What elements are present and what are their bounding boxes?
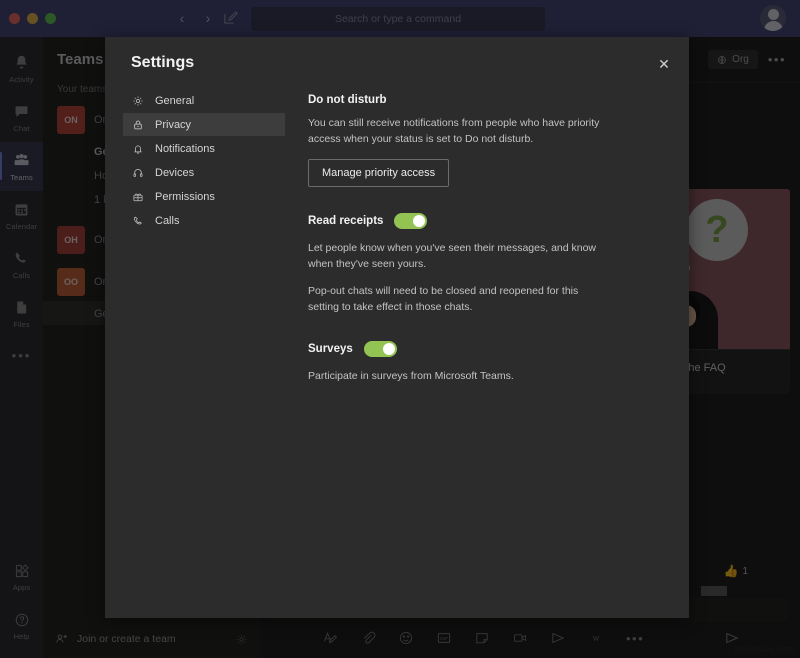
read-receipts-description-2: Pop-out chats will need to be closed and… xyxy=(308,285,579,314)
tab-privacy[interactable]: Privacy xyxy=(123,113,285,136)
lock-icon xyxy=(131,118,144,131)
dnd-heading: Do not disturb xyxy=(308,94,387,106)
dnd-description: You can still receive notifications from… xyxy=(308,117,600,146)
teams-app-window: ‹ › Search or type a command Activity xyxy=(0,0,800,658)
surveys-toggle[interactable] xyxy=(363,340,397,357)
read-receipts-toggle[interactable] xyxy=(394,212,428,229)
bell-icon xyxy=(131,142,144,155)
tab-label: Permissions xyxy=(155,190,215,203)
headset-icon xyxy=(131,166,144,179)
tab-label: Notifications xyxy=(155,142,215,155)
phone-icon xyxy=(131,214,144,227)
settings-content: Do not disturb You can still receive not… xyxy=(308,94,638,395)
tab-label: Privacy xyxy=(155,118,192,131)
manage-priority-access-button[interactable]: Manage priority access xyxy=(308,158,450,187)
read-receipts-row: Read receipts xyxy=(308,212,638,229)
settings-nav: General Privacy Notifications Devices Pe… xyxy=(123,89,285,233)
tab-devices[interactable]: Devices xyxy=(123,161,285,184)
tab-label: Calls xyxy=(155,214,180,227)
tab-permissions[interactable]: Permissions xyxy=(123,185,285,208)
permissions-icon xyxy=(131,190,144,203)
tab-label: General xyxy=(155,94,195,107)
gear-icon xyxy=(131,94,144,107)
toggle-knob xyxy=(382,342,395,355)
read-receipts-heading: Read receipts xyxy=(308,214,384,227)
tab-notifications[interactable]: Notifications xyxy=(123,137,285,160)
surveys-description: Participate in surveys from Microsoft Te… xyxy=(308,369,514,382)
tab-general[interactable]: General xyxy=(123,89,285,112)
read-receipts-description-1: Let people know when you've seen their m… xyxy=(308,241,597,270)
settings-dialog: Settings ✕ General Privacy Notifications… xyxy=(105,37,689,618)
close-icon[interactable]: ✕ xyxy=(651,51,677,77)
tab-calls[interactable]: Calls xyxy=(123,209,285,232)
toggle-knob xyxy=(413,214,426,227)
tab-label: Devices xyxy=(155,166,195,179)
surveys-row: Surveys xyxy=(308,340,638,357)
surveys-heading: Surveys xyxy=(308,342,353,355)
dialog-title: Settings xyxy=(131,54,195,71)
